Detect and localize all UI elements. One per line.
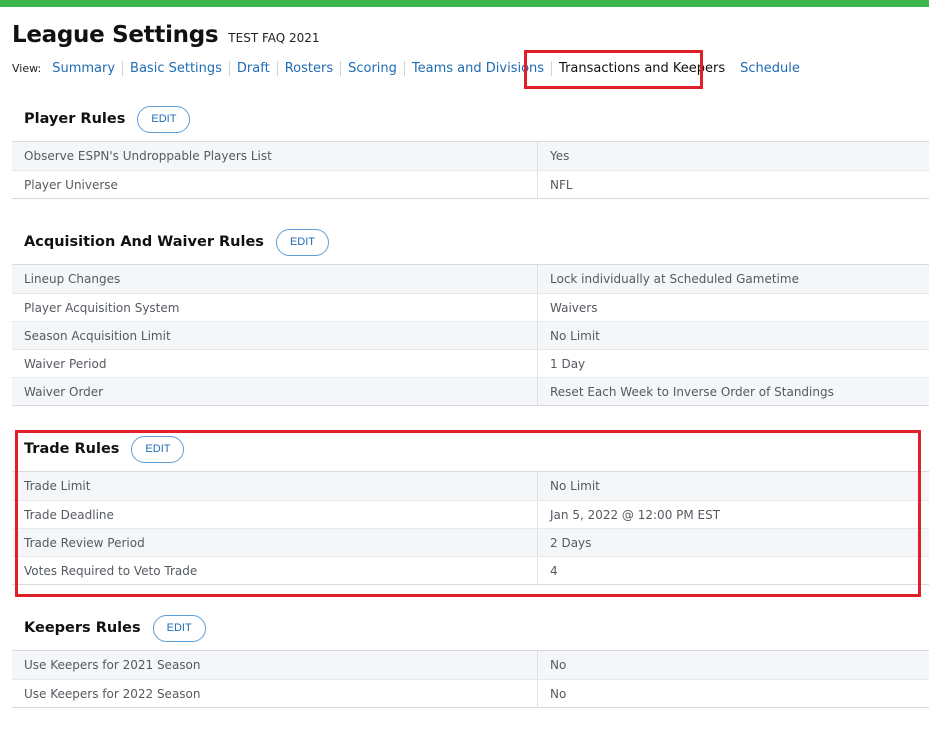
nav-rosters[interactable]: Rosters [285,61,333,76]
table-row: Use Keepers for 2022 Season No [12,679,929,707]
highlight-box-active-tab [524,50,703,89]
setting-label: Waiver Order [12,378,538,405]
section-header: Player Rules EDIT [12,97,929,141]
nav-separator [276,60,278,76]
table-row: Observe ESPN's Undroppable Players List … [12,142,929,170]
table-row: Waiver Period 1 Day [12,349,929,377]
table-row: Season Acquisition Limit No Limit [12,321,929,349]
section-header: Acquisition And Waiver Rules EDIT [12,220,929,264]
section-title: Player Rules [24,111,126,127]
edit-keepers-rules-button[interactable]: EDIT [152,614,206,642]
section-keepers-rules: Keepers Rules EDIT Use Keepers for 2021 … [12,606,929,708]
settings-table: Use Keepers for 2021 Season No Use Keepe… [12,650,929,708]
setting-label: Use Keepers for 2021 Season [12,651,538,679]
nav-separator [122,60,124,76]
nav-scoring[interactable]: Scoring [348,61,397,76]
nav-draft[interactable]: Draft [237,61,270,76]
table-row: Use Keepers for 2021 Season No [12,651,929,679]
setting-label: Observe ESPN's Undroppable Players List [12,142,538,170]
setting-value: Yes [550,149,570,163]
setting-value: No [550,658,567,672]
nav-basic-settings[interactable]: Basic Settings [130,61,222,76]
top-accent-bar [0,0,929,7]
highlight-box-trade-rules [15,430,921,597]
setting-value: No [550,686,567,701]
nav-separator [340,60,342,76]
nav-separator [403,60,405,76]
league-name: TEST FAQ 2021 [228,31,320,45]
nav-summary[interactable]: Summary [52,61,115,76]
setting-value: NFL [550,177,573,192]
setting-value: Lock individually at Scheduled Gametime [550,272,799,286]
table-row: Player Acquisition System Waivers [12,293,929,321]
section-title: Keepers Rules [24,620,141,636]
setting-value: 1 Day [550,356,586,371]
section-player-rules: Player Rules EDIT Observe ESPN's Undropp… [12,97,929,199]
section-header: Keepers Rules EDIT [12,606,929,650]
setting-label: Use Keepers for 2022 Season [12,680,538,707]
page-header: League Settings TEST FAQ 2021 [12,22,320,52]
view-label: View: [12,61,42,75]
setting-value: Waivers [550,300,598,315]
setting-value: Reset Each Week to Inverse Order of Stan… [550,384,834,399]
table-row: Lineup Changes Lock individually at Sche… [12,265,929,293]
section-title: Acquisition And Waiver Rules [24,234,264,250]
settings-table: Lineup Changes Lock individually at Sche… [12,264,929,406]
table-row: Player Universe NFL [12,170,929,198]
setting-label: Player Universe [12,171,538,198]
table-row: Waiver Order Reset Each Week to Inverse … [12,377,929,405]
setting-value: No Limit [550,328,600,343]
setting-label: Waiver Period [12,350,538,377]
section-acquisition-waiver-rules: Acquisition And Waiver Rules EDIT Lineup… [12,220,929,406]
edit-acquisition-rules-button[interactable]: EDIT [275,228,329,256]
setting-label: Player Acquisition System [12,294,538,321]
page-title: League Settings [12,22,219,48]
setting-label: Lineup Changes [12,265,538,293]
settings-table: Observe ESPN's Undroppable Players List … [12,141,929,199]
setting-label: Season Acquisition Limit [12,322,538,349]
nav-schedule[interactable]: Schedule [740,61,800,76]
edit-player-rules-button[interactable]: EDIT [137,105,191,133]
nav-separator [228,60,230,76]
